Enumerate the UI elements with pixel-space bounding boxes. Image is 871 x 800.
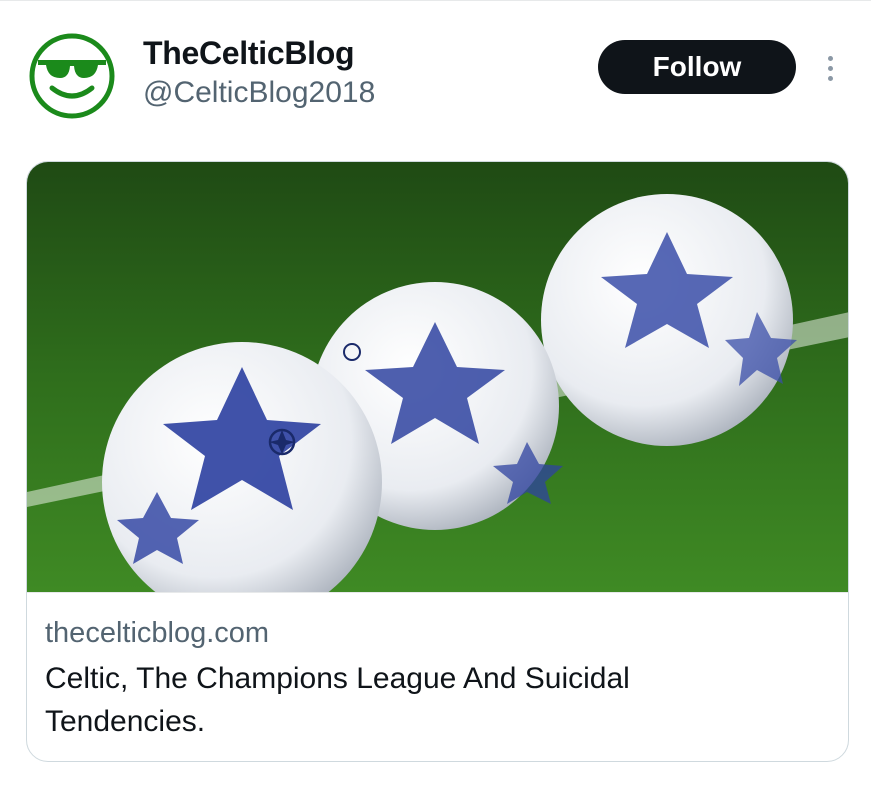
dot (827, 65, 833, 71)
display-name[interactable]: TheCelticBlog (143, 34, 375, 72)
follow-button[interactable]: Follow (598, 40, 796, 94)
dot (827, 55, 833, 61)
tweet-header: TheCelticBlog @CelticBlog2018 Follow (0, 0, 871, 150)
football-image (27, 162, 848, 592)
link-card-body[interactable]: thecelticblog.com Celtic, The Champions … (27, 592, 848, 761)
author-info[interactable]: TheCelticBlog @CelticBlog2018 (143, 34, 375, 112)
dot (827, 75, 833, 81)
link-card-image[interactable] (27, 162, 848, 592)
sunglasses-smiley-icon (26, 30, 118, 122)
avatar[interactable] (26, 30, 118, 122)
handle[interactable]: @CelticBlog2018 (143, 74, 375, 112)
link-domain: thecelticblog.com (45, 617, 270, 649)
link-card[interactable]: thecelticblog.com Celtic, The Champions … (26, 161, 849, 762)
link-title[interactable]: Celtic, The Champions League And Suicida… (45, 657, 745, 743)
more-vertical-icon[interactable] (816, 48, 844, 88)
